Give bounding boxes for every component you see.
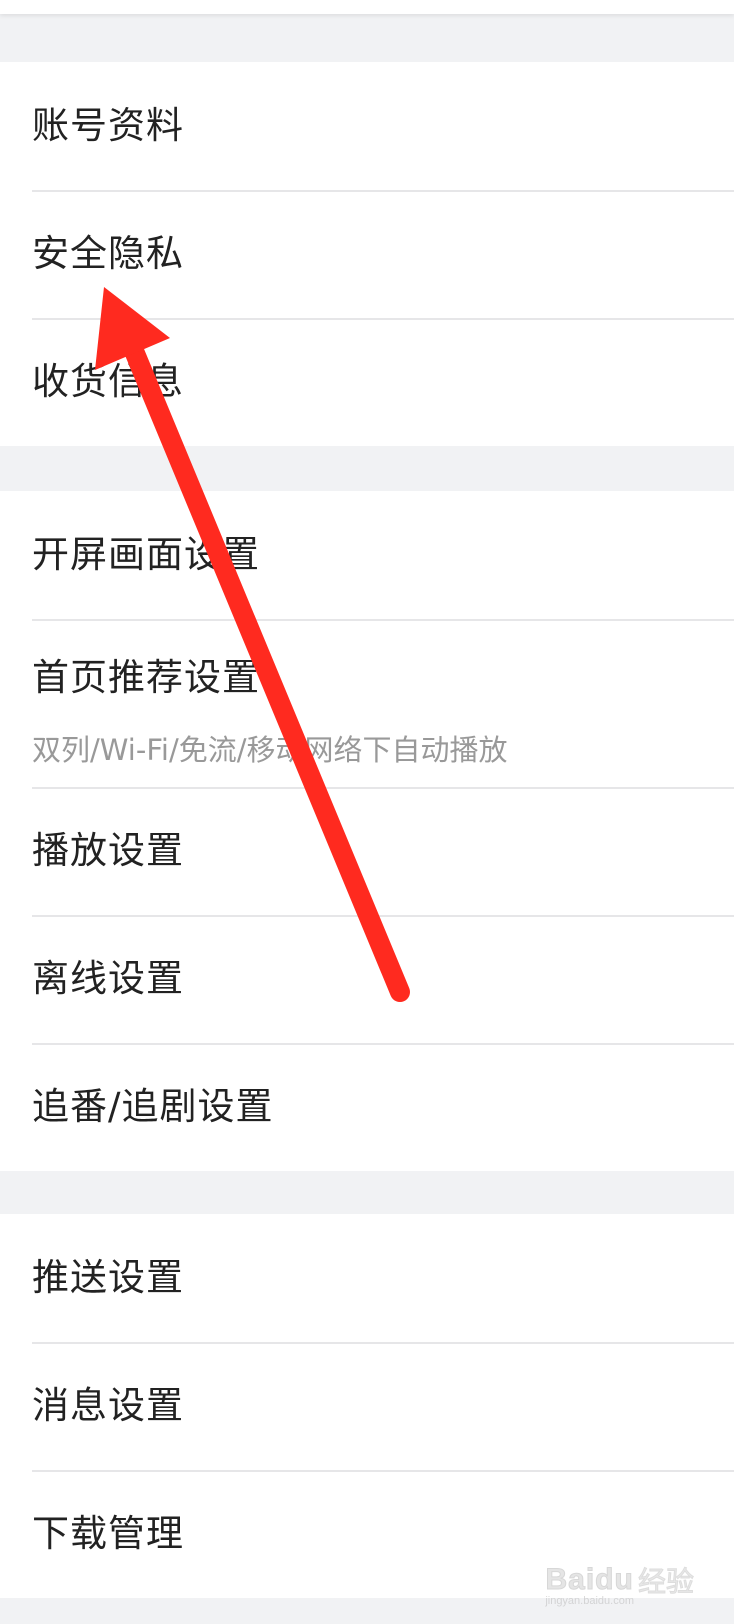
watermark-site: jingyan.baidu.com (545, 1594, 634, 1607)
watermark-brand: Baidu (545, 1562, 634, 1596)
offline-settings-row[interactable]: 离线设置 (0, 915, 734, 1043)
top-bar (0, 0, 734, 14)
settings-group-account: 账号资料 安全隐私 收货信息 (0, 62, 734, 446)
settings-group-notifications: 推送设置 消息设置 下载管理 (0, 1214, 734, 1598)
home-recommend-settings-label: 首页推荐设置 (32, 656, 260, 699)
follow-series-settings-row[interactable]: 追番/追剧设置 (0, 1043, 734, 1171)
watermark-logo: Baidu jingyan.baidu.com (545, 1562, 634, 1608)
playback-settings-label: 播放设置 (32, 829, 184, 872)
baidu-jingyan-watermark: Baidu jingyan.baidu.com 经验 (545, 1562, 695, 1608)
splash-screen-settings-label: 开屏画面设置 (32, 533, 260, 576)
home-recommend-settings-subtitle: 双列/Wi-Fi/免流/移动网络下自动播放 (32, 733, 508, 767)
security-privacy-label: 安全隐私 (32, 232, 184, 275)
watermark-cn: 经验 (637, 1565, 694, 1598)
shipping-info-label: 收货信息 (32, 360, 184, 403)
offline-settings-label: 离线设置 (32, 957, 184, 1000)
splash-screen-settings-row[interactable]: 开屏画面设置 (0, 491, 734, 619)
push-settings-row[interactable]: 推送设置 (0, 1214, 734, 1342)
message-settings-label: 消息设置 (32, 1384, 184, 1427)
security-privacy-row[interactable]: 安全隐私 (0, 190, 734, 318)
follow-series-settings-label: 追番/追剧设置 (32, 1085, 274, 1128)
account-profile-label: 账号资料 (32, 104, 184, 147)
message-settings-row[interactable]: 消息设置 (0, 1342, 734, 1470)
account-profile-row[interactable]: 账号资料 (0, 62, 734, 190)
push-settings-label: 推送设置 (32, 1256, 184, 1299)
home-recommend-settings-row[interactable]: 首页推荐设置 双列/Wi-Fi/免流/移动网络下自动播放 (0, 619, 734, 787)
download-manager-label: 下载管理 (32, 1512, 184, 1555)
playback-settings-row[interactable]: 播放设置 (0, 787, 734, 915)
settings-group-display: 开屏画面设置 首页推荐设置 双列/Wi-Fi/免流/移动网络下自动播放 播放设置… (0, 491, 734, 1171)
shipping-info-row[interactable]: 收货信息 (0, 318, 734, 446)
